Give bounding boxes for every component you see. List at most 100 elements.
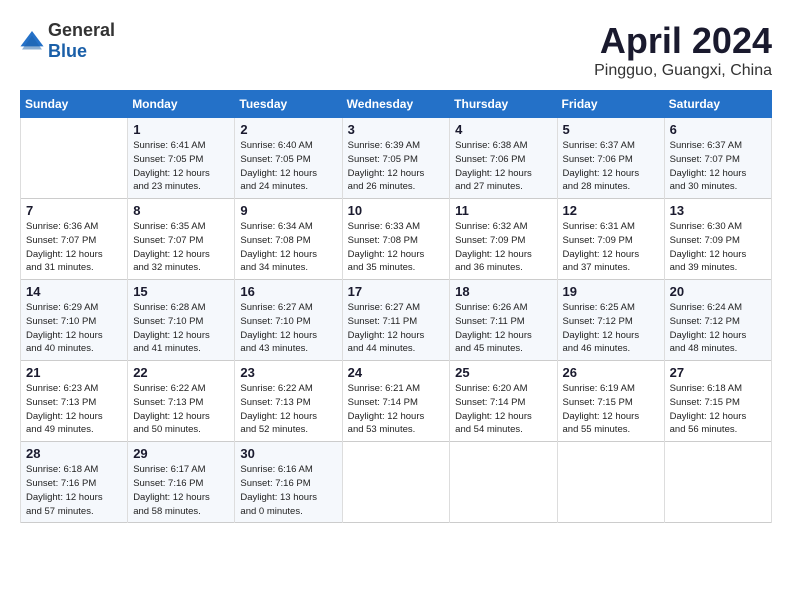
calendar-cell: 6 Sunrise: 6:37 AM Sunset: 7:07 PM Daylig… (664, 118, 771, 199)
day-number: 25 (455, 365, 551, 380)
day-info: Sunrise: 6:20 AM Sunset: 7:14 PM Dayligh… (455, 382, 551, 437)
location-title: Pingguo, Guangxi, China (594, 62, 772, 80)
day-info: Sunrise: 6:23 AM Sunset: 7:13 PM Dayligh… (26, 382, 122, 437)
calendar-table: SundayMondayTuesdayWednesdayThursdayFrid… (20, 90, 772, 523)
day-info: Sunrise: 6:24 AM Sunset: 7:12 PM Dayligh… (670, 301, 766, 356)
day-number: 7 (26, 203, 122, 218)
day-info: Sunrise: 6:31 AM Sunset: 7:09 PM Dayligh… (563, 220, 659, 275)
day-info: Sunrise: 6:28 AM Sunset: 7:10 PM Dayligh… (133, 301, 229, 356)
day-number: 30 (240, 446, 336, 461)
calendar-cell: 11Sunrise: 6:32 AM Sunset: 7:09 PM Dayli… (450, 199, 557, 280)
calendar-cell (557, 442, 664, 523)
calendar-cell: 30 Sunrise: 6:16 AM Sunset: 7:16 PM Dayli… (235, 442, 342, 523)
calendar-cell: 24 Sunrise: 6:21 AM Sunset: 7:14 PM Dayli… (342, 361, 450, 442)
day-info: Sunrise: 6:29 AM Sunset: 7:10 PM Dayligh… (26, 301, 122, 356)
day-number: 20 (670, 284, 766, 299)
day-info: Sunrise: 6:33 AM Sunset: 7:08 PM Dayligh… (348, 220, 445, 275)
day-info: Sunrise: 6:32 AM Sunset: 7:09 PM Dayligh… (455, 220, 551, 275)
day-number: 14 (26, 284, 122, 299)
day-info: Sunrise: 6:18 AM Sunset: 7:16 PM Dayligh… (26, 463, 122, 518)
calendar-cell (450, 442, 557, 523)
weekday-header-wednesday: Wednesday (342, 91, 450, 118)
logo-blue: Blue (48, 41, 87, 61)
calendar-week-row: 28Sunrise: 6:18 AM Sunset: 7:16 PM Dayli… (21, 442, 772, 523)
day-number: 23 (240, 365, 336, 380)
day-info: Sunrise: 6:35 AM Sunset: 7:07 PM Dayligh… (133, 220, 229, 275)
day-info: Sunrise: 6:34 AM Sunset: 7:08 PM Dayligh… (240, 220, 336, 275)
calendar-cell: 20 Sunrise: 6:24 AM Sunset: 7:12 PM Dayli… (664, 280, 771, 361)
calendar-cell: 2 Sunrise: 6:40 AM Sunset: 7:05 PM Daylig… (235, 118, 342, 199)
calendar-cell: 29 Sunrise: 6:17 AM Sunset: 7:16 PM Dayli… (128, 442, 235, 523)
calendar-week-row: 7 Sunrise: 6:36 AM Sunset: 7:07 PM Daylig… (21, 199, 772, 280)
calendar-week-row: 21Sunrise: 6:23 AM Sunset: 7:13 PM Dayli… (21, 361, 772, 442)
calendar-cell: 16 Sunrise: 6:27 AM Sunset: 7:10 PM Dayli… (235, 280, 342, 361)
day-info: Sunrise: 6:41 AM Sunset: 7:05 PM Dayligh… (133, 139, 229, 194)
calendar-week-row: 14 Sunrise: 6:29 AM Sunset: 7:10 PM Dayli… (21, 280, 772, 361)
logo: General Blue (20, 20, 115, 62)
calendar-cell: 21Sunrise: 6:23 AM Sunset: 7:13 PM Dayli… (21, 361, 128, 442)
day-number: 8 (133, 203, 229, 218)
day-info: Sunrise: 6:30 AM Sunset: 7:09 PM Dayligh… (670, 220, 766, 275)
logo-icon (20, 31, 44, 51)
day-number: 13 (670, 203, 766, 218)
calendar-cell: 27Sunrise: 6:18 AM Sunset: 7:15 PM Dayli… (664, 361, 771, 442)
day-number: 26 (563, 365, 659, 380)
calendar-cell: 10Sunrise: 6:33 AM Sunset: 7:08 PM Dayli… (342, 199, 450, 280)
day-number: 5 (563, 122, 659, 137)
calendar-cell: 19Sunrise: 6:25 AM Sunset: 7:12 PM Dayli… (557, 280, 664, 361)
day-info: Sunrise: 6:26 AM Sunset: 7:11 PM Dayligh… (455, 301, 551, 356)
day-info: Sunrise: 6:27 AM Sunset: 7:10 PM Dayligh… (240, 301, 336, 356)
day-number: 29 (133, 446, 229, 461)
calendar-cell: 7 Sunrise: 6:36 AM Sunset: 7:07 PM Daylig… (21, 199, 128, 280)
weekday-header-sunday: Sunday (21, 91, 128, 118)
day-number: 24 (348, 365, 445, 380)
day-number: 22 (133, 365, 229, 380)
calendar-week-row: 1 Sunrise: 6:41 AM Sunset: 7:05 PM Daylig… (21, 118, 772, 199)
logo-general: General (48, 20, 115, 40)
day-info: Sunrise: 6:37 AM Sunset: 7:07 PM Dayligh… (670, 139, 766, 194)
calendar-cell: 9 Sunrise: 6:34 AM Sunset: 7:08 PM Daylig… (235, 199, 342, 280)
day-info: Sunrise: 6:40 AM Sunset: 7:05 PM Dayligh… (240, 139, 336, 194)
calendar-cell (21, 118, 128, 199)
day-number: 4 (455, 122, 551, 137)
day-info: Sunrise: 6:21 AM Sunset: 7:14 PM Dayligh… (348, 382, 445, 437)
day-number: 1 (133, 122, 229, 137)
day-number: 18 (455, 284, 551, 299)
month-title: April 2024 (594, 20, 772, 62)
calendar-cell: 28Sunrise: 6:18 AM Sunset: 7:16 PM Dayli… (21, 442, 128, 523)
day-number: 2 (240, 122, 336, 137)
weekday-header-friday: Friday (557, 91, 664, 118)
day-info: Sunrise: 6:36 AM Sunset: 7:07 PM Dayligh… (26, 220, 122, 275)
day-number: 9 (240, 203, 336, 218)
weekday-header-thursday: Thursday (450, 91, 557, 118)
weekday-header-row: SundayMondayTuesdayWednesdayThursdayFrid… (21, 91, 772, 118)
day-number: 19 (563, 284, 659, 299)
day-info: Sunrise: 6:16 AM Sunset: 7:16 PM Dayligh… (240, 463, 336, 518)
day-number: 17 (348, 284, 445, 299)
day-info: Sunrise: 6:22 AM Sunset: 7:13 PM Dayligh… (240, 382, 336, 437)
day-number: 16 (240, 284, 336, 299)
day-number: 6 (670, 122, 766, 137)
calendar-cell: 13 Sunrise: 6:30 AM Sunset: 7:09 PM Dayli… (664, 199, 771, 280)
calendar-cell (342, 442, 450, 523)
calendar-cell: 18 Sunrise: 6:26 AM Sunset: 7:11 PM Dayli… (450, 280, 557, 361)
day-info: Sunrise: 6:22 AM Sunset: 7:13 PM Dayligh… (133, 382, 229, 437)
page-header: General Blue April 2024 Pingguo, Guangxi… (20, 20, 772, 80)
day-info: Sunrise: 6:18 AM Sunset: 7:15 PM Dayligh… (670, 382, 766, 437)
calendar-cell: 25 Sunrise: 6:20 AM Sunset: 7:14 PM Dayli… (450, 361, 557, 442)
day-number: 3 (348, 122, 445, 137)
day-info: Sunrise: 6:19 AM Sunset: 7:15 PM Dayligh… (563, 382, 659, 437)
calendar-cell: 3Sunrise: 6:39 AM Sunset: 7:05 PM Daylig… (342, 118, 450, 199)
logo-text: General Blue (48, 20, 115, 62)
calendar-cell: 22 Sunrise: 6:22 AM Sunset: 7:13 PM Dayli… (128, 361, 235, 442)
calendar-cell: 1 Sunrise: 6:41 AM Sunset: 7:05 PM Daylig… (128, 118, 235, 199)
weekday-header-tuesday: Tuesday (235, 91, 342, 118)
day-info: Sunrise: 6:17 AM Sunset: 7:16 PM Dayligh… (133, 463, 229, 518)
calendar-cell: 17Sunrise: 6:27 AM Sunset: 7:11 PM Dayli… (342, 280, 450, 361)
calendar-cell: 15 Sunrise: 6:28 AM Sunset: 7:10 PM Dayli… (128, 280, 235, 361)
day-number: 15 (133, 284, 229, 299)
day-info: Sunrise: 6:37 AM Sunset: 7:06 PM Dayligh… (563, 139, 659, 194)
weekday-header-saturday: Saturday (664, 91, 771, 118)
day-info: Sunrise: 6:38 AM Sunset: 7:06 PM Dayligh… (455, 139, 551, 194)
calendar-cell: 14 Sunrise: 6:29 AM Sunset: 7:10 PM Dayli… (21, 280, 128, 361)
